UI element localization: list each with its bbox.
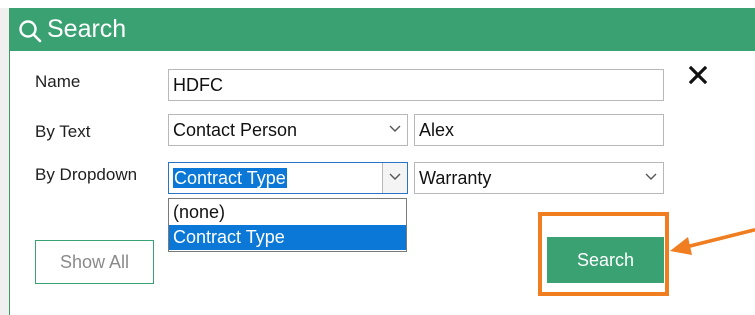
by-dropdown-value: Warranty: [419, 168, 492, 188]
by-dropdown-field-value: Contract Type: [173, 168, 287, 188]
chevron-down-icon[interactable]: [382, 163, 407, 193]
by-text-field-select[interactable]: Contact Person: [168, 114, 408, 146]
dropdown-option-none[interactable]: (none): [169, 200, 406, 225]
dropdown-list: (none) Contract Type: [168, 198, 407, 252]
by-text-value-input[interactable]: Alex: [414, 114, 664, 146]
by-dropdown-value-select[interactable]: Warranty: [414, 162, 664, 194]
name-input[interactable]: HDFC: [168, 69, 664, 101]
search-icon: [19, 20, 42, 43]
close-icon[interactable]: [689, 66, 707, 84]
show-all-button[interactable]: Show All: [35, 240, 154, 284]
window-top-strip: [0, 0, 755, 8]
by-text-label: By Text: [35, 122, 91, 141]
name-input-value: HDFC: [173, 75, 223, 95]
arrow-left-icon: [670, 228, 755, 255]
chevron-down-icon[interactable]: [639, 163, 663, 193]
by-text-value: Alex: [419, 120, 455, 140]
by-dropdown-label: By Dropdown: [35, 165, 138, 184]
by-text-field-value: Contact Person: [173, 120, 298, 140]
dropdown-option-contract-type[interactable]: Contract Type: [169, 225, 406, 250]
name-label: Name: [35, 72, 81, 91]
search-button[interactable]: Search: [547, 237, 664, 283]
window-title: Search: [47, 15, 127, 43]
title-bar: Search: [10, 8, 755, 51]
by-dropdown-field-select[interactable]: Contract Type: [168, 162, 408, 194]
chevron-down-icon[interactable]: [383, 115, 407, 145]
